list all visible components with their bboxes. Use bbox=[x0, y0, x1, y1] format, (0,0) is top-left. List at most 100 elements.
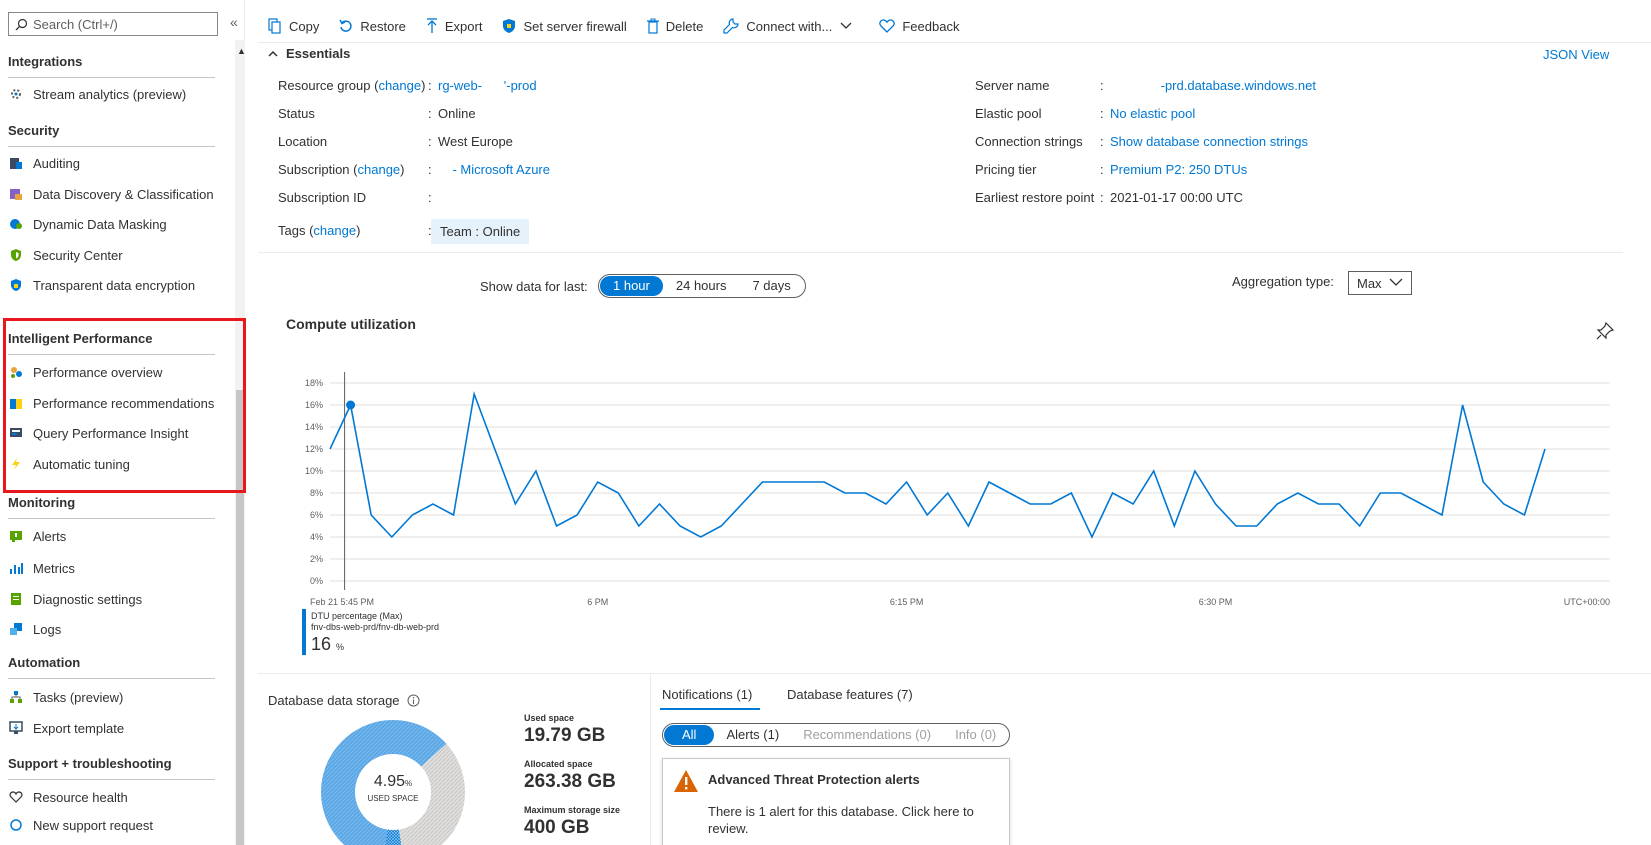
export-template-icon bbox=[8, 720, 24, 736]
allocated-space-label: Allocated space bbox=[524, 759, 593, 769]
legend-value-number: 16 bbox=[311, 634, 332, 654]
storage-percent: 4.95% bbox=[374, 773, 412, 790]
feedback-button[interactable]: Feedback bbox=[879, 19, 959, 34]
export-label: Export bbox=[444, 18, 483, 34]
filter-alerts[interactable]: Alerts (1) bbox=[714, 725, 791, 745]
support-icon bbox=[8, 817, 24, 833]
sidebar-item-export-template[interactable]: Export template bbox=[8, 715, 220, 741]
used-space-value: 19.79 GB bbox=[524, 725, 606, 746]
connection-strings-link[interactable]: Show database connection strings bbox=[1110, 134, 1308, 149]
sidebar-item-transparent-data-encryption[interactable]: Transparent data encryption bbox=[8, 272, 220, 298]
toolbar-divider bbox=[258, 42, 1651, 43]
sidebar-item-data-discovery[interactable]: Data Discovery & Classification bbox=[8, 181, 220, 207]
subscription-link[interactable]: - Microsoft Azure bbox=[438, 162, 550, 177]
sidebar-item-metrics[interactable]: Metrics bbox=[8, 555, 220, 581]
y-tick-label: 16% bbox=[305, 400, 323, 410]
y-tick-label: 6% bbox=[310, 510, 323, 520]
sidebar-item-new-support-request[interactable]: New support request bbox=[8, 812, 220, 838]
range-1-hour[interactable]: 1 hour bbox=[600, 276, 663, 296]
collapse-menu-button[interactable]: « bbox=[230, 14, 238, 30]
filter-info[interactable]: Info (0) bbox=[943, 725, 1008, 745]
colon: : bbox=[428, 162, 432, 177]
elastic-pool-link[interactable]: No elastic pool bbox=[1110, 106, 1195, 121]
restore-button[interactable]: Restore bbox=[339, 19, 406, 34]
compute-utilization-chart[interactable]: 18% 16% 14% 12% 10% 8% 6% 4% 2% 0% Feb 21 5:45 PM 6… bbox=[0, 0, 1651, 845]
copy-label: Copy bbox=[289, 18, 320, 34]
legend-value-unit: % bbox=[336, 642, 345, 652]
essentials-title: Essentials bbox=[286, 46, 351, 61]
panel-divider bbox=[650, 673, 651, 845]
filter-all[interactable]: All bbox=[664, 725, 715, 745]
range-24-hours[interactable]: 24 hours bbox=[663, 276, 740, 296]
aggregation-label: Aggregation type: bbox=[1232, 274, 1334, 289]
label-text: Subscription bbox=[278, 162, 350, 177]
aggregation-select[interactable]: Max bbox=[1348, 271, 1412, 295]
resource-group-label: Resource group (change) bbox=[278, 78, 426, 93]
pricing-tier-link[interactable]: Premium P2: 250 DTUs bbox=[1110, 162, 1247, 177]
scroll-up-arrow-icon[interactable]: ▲ bbox=[237, 46, 246, 56]
alerts-icon bbox=[8, 528, 24, 544]
change-subscription-link[interactable]: change bbox=[358, 162, 401, 177]
copy-button[interactable]: Copy bbox=[268, 18, 319, 34]
sidebar-item-resource-health[interactable]: Resource health bbox=[8, 784, 220, 810]
legend-metric-name: DTU percentage (Max) bbox=[311, 611, 403, 621]
sidebar-item-stream-analytics[interactable]: Stream analytics (preview) bbox=[8, 81, 220, 107]
connect-with-button[interactable]: Connect with... bbox=[723, 18, 859, 34]
sidebar-item-label: Resource health bbox=[33, 789, 128, 805]
chevron-down-icon bbox=[1389, 278, 1403, 286]
sidebar-item-tasks[interactable]: Tasks (preview) bbox=[8, 684, 220, 710]
colon: : bbox=[1100, 78, 1104, 93]
sidebar-item-auditing[interactable]: Auditing bbox=[8, 150, 220, 176]
tab-database-features[interactable]: Database features (7) bbox=[787, 687, 913, 702]
section-security: Security bbox=[8, 123, 215, 147]
menu-search-input[interactable]: Search (Ctrl+/) bbox=[8, 12, 218, 36]
threat-protection-alert-card[interactable]: Advanced Threat Protection alerts There … bbox=[662, 758, 1010, 845]
label-text: Tags bbox=[278, 223, 306, 238]
sidebar-item-dynamic-data-masking[interactable]: Dynamic Data Masking bbox=[8, 211, 220, 237]
active-tab-indicator bbox=[660, 708, 760, 710]
tags-label: Tags (change) bbox=[278, 223, 361, 238]
notification-filter: All Alerts (1) Recommendations (0) Info … bbox=[662, 723, 1011, 747]
change-tags-link[interactable]: change bbox=[313, 223, 356, 238]
tasks-icon bbox=[8, 689, 24, 705]
sidebar-item-diagnostic-settings[interactable]: Diagnostic settings bbox=[8, 586, 220, 612]
set-server-firewall-button[interactable]: Set server firewall bbox=[502, 18, 627, 34]
location-value: West Europe bbox=[438, 134, 513, 149]
colon: : bbox=[1100, 106, 1104, 121]
sidebar-item-logs[interactable]: Logs bbox=[8, 616, 220, 642]
json-view-link[interactable]: JSON View bbox=[1543, 47, 1609, 62]
aggregation-value: Max bbox=[1357, 275, 1382, 291]
diagnostic-settings-icon bbox=[8, 591, 24, 607]
sidebar-item-label: Stream analytics (preview) bbox=[33, 86, 187, 102]
y-tick-label: 8% bbox=[310, 488, 323, 498]
delete-button[interactable]: Delete bbox=[646, 18, 703, 34]
restore-label: Restore bbox=[360, 18, 406, 34]
sidebar-item-security-center[interactable]: Security Center bbox=[8, 242, 220, 268]
storage-percent-value: 4.95 bbox=[374, 773, 405, 790]
status-value: Online bbox=[438, 106, 476, 121]
earliest-restore-value: 2021-01-17 00:00 UTC bbox=[1110, 190, 1243, 205]
sidebar-item-alerts[interactable]: Alerts bbox=[8, 523, 220, 549]
server-name-label: Server name bbox=[975, 78, 1050, 93]
database-storage-title: Database data storage bbox=[268, 693, 420, 708]
colon: : bbox=[428, 106, 432, 121]
legend-value: 16 % bbox=[311, 634, 344, 655]
export-button[interactable]: Export bbox=[426, 18, 483, 34]
pin-icon[interactable] bbox=[1596, 322, 1614, 340]
section-integrations: Integrations bbox=[8, 54, 215, 78]
tab-notifications[interactable]: Notifications (1) bbox=[662, 687, 752, 702]
info-icon[interactable] bbox=[407, 694, 420, 707]
chart-title: Compute utilization bbox=[286, 316, 416, 332]
subscription-id-label: Subscription ID bbox=[278, 190, 367, 205]
range-7-days[interactable]: 7 days bbox=[739, 276, 803, 296]
resource-group-link[interactable]: rg-web- '-prod bbox=[438, 78, 537, 93]
filter-recommendations[interactable]: Recommendations (0) bbox=[791, 725, 943, 745]
change-resource-group-link[interactable]: change bbox=[378, 78, 421, 93]
max-storage-value: 400 GB bbox=[524, 817, 590, 838]
firewall-shield-icon bbox=[503, 19, 516, 33]
server-name-link[interactable]: -prd.database.windows.net bbox=[1110, 78, 1316, 93]
alert-title: Advanced Threat Protection alerts bbox=[708, 772, 920, 787]
essentials-toggle[interactable]: Essentials bbox=[268, 46, 350, 61]
y-tick-label: 12% bbox=[305, 444, 323, 454]
alert-body: There is 1 alert for this database. Clic… bbox=[708, 804, 974, 836]
